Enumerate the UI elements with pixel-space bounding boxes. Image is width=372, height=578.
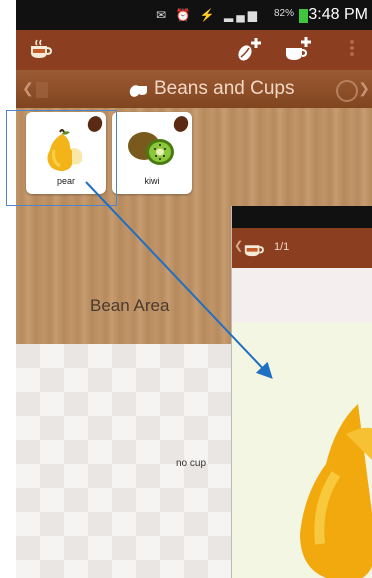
- bean-card-kiwi[interactable]: kiwi: [112, 112, 192, 194]
- inset-action-bar: ❮ 1/1: [232, 228, 372, 268]
- inset-status-bar: [232, 206, 372, 228]
- selection-highlight: [6, 110, 117, 206]
- battery-icon: [299, 9, 308, 23]
- page-title: Beans and Cups: [154, 78, 295, 99]
- title-bar: ❮ Beans and Cups ❯: [16, 70, 372, 108]
- door-icon[interactable]: [36, 82, 48, 98]
- action-bar: [16, 30, 372, 70]
- add-bean-icon[interactable]: [234, 34, 264, 70]
- add-cup-icon[interactable]: [284, 34, 314, 70]
- bean-icon: [129, 85, 147, 97]
- status-bar: ✉ ⏰ ⚡ ▂▄▆ 82% 3:48 PM: [16, 0, 372, 30]
- clock-time: 3:48 PM: [308, 6, 368, 23]
- zoomed-screen-inset: ❮ 1/1: [232, 206, 372, 578]
- battery-percent: 82%: [273, 8, 294, 19]
- clock-icon[interactable]: [336, 80, 358, 102]
- left-arrow-icon[interactable]: ❮: [22, 80, 34, 97]
- bean-area-label: Bean Area: [90, 296, 170, 315]
- no-cup-label: no cup: [176, 458, 207, 469]
- page-indicator: 1/1: [274, 241, 290, 253]
- overflow-menu-icon[interactable]: [350, 38, 354, 58]
- app-cup-icon[interactable]: [28, 38, 52, 60]
- inset-header-band: [232, 268, 372, 322]
- pear-icon: [300, 404, 372, 578]
- app-cup-icon[interactable]: [242, 238, 264, 258]
- status-icons: ✉ ⏰ ⚡ ▂▄▆: [156, 8, 260, 22]
- kiwi-icon: [128, 132, 174, 165]
- right-arrow-icon[interactable]: ❯: [358, 80, 370, 97]
- card-label: kiwi: [144, 176, 160, 186]
